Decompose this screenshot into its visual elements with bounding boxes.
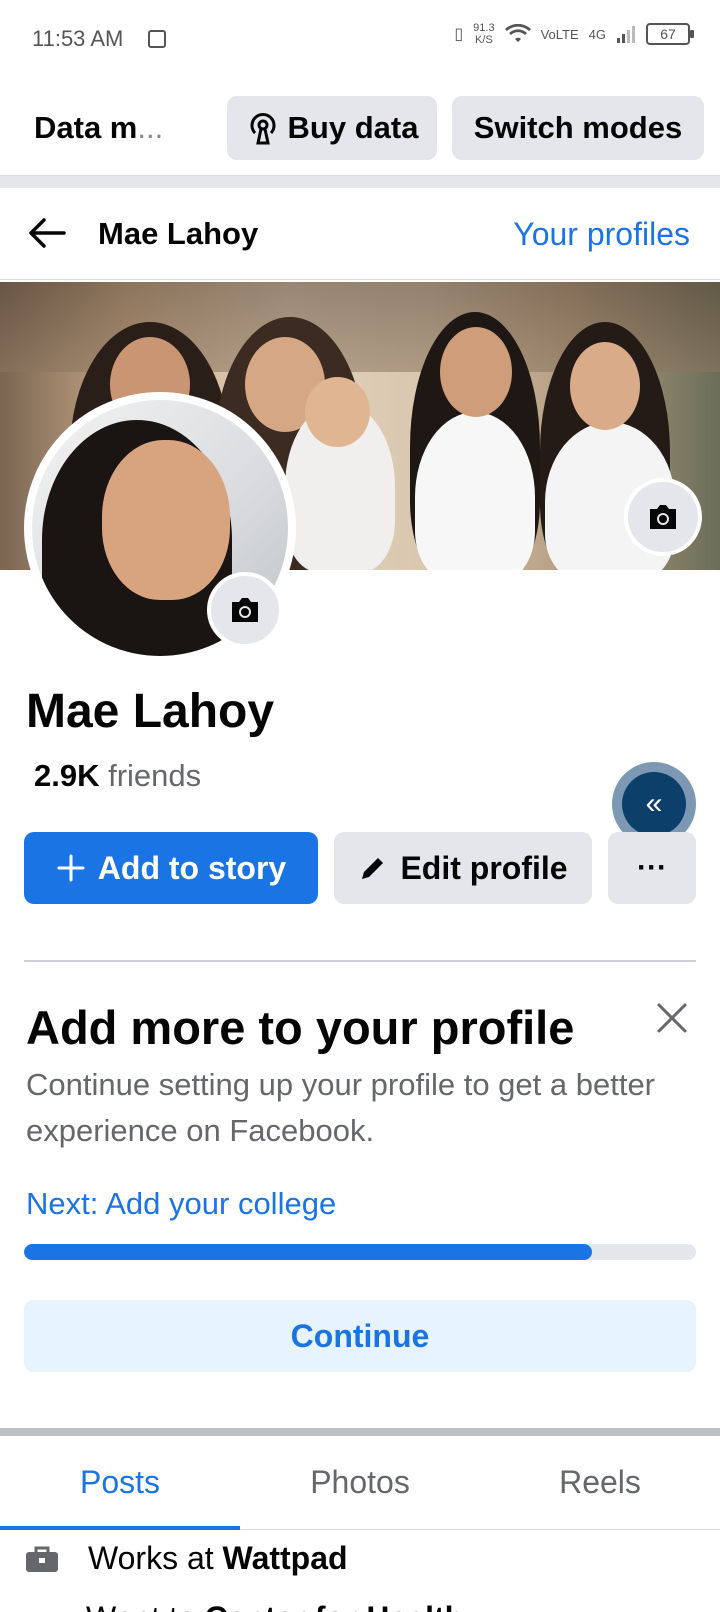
volte-icon: VoLTE	[540, 26, 579, 42]
more-options-button[interactable]: ···	[608, 832, 696, 904]
buy-data-button[interactable]: Buy data	[227, 96, 437, 160]
data-mode-label[interactable]: Data m...	[34, 110, 163, 146]
section-separator	[0, 176, 720, 188]
edit-avatar-camera-button[interactable]	[207, 572, 283, 648]
battery-icon: 67	[646, 23, 694, 45]
wifi-icon	[504, 24, 531, 42]
profile-header: Mae Lahoy Your profiles	[0, 188, 720, 280]
network-type: 4G	[588, 26, 606, 42]
section-separator	[0, 1428, 720, 1436]
header-title: Mae Lahoy	[98, 216, 259, 251]
card-title: Add more to your profile	[26, 1001, 575, 1054]
close-icon[interactable]	[654, 1000, 690, 1036]
network-speed: 91.3 K/S	[473, 22, 495, 46]
card-description: Continue setting up your profile to get …	[26, 1067, 656, 1148]
tab-photos[interactable]: Photos	[240, 1436, 480, 1529]
data-mode-bar: Data m... Buy data Switch modes	[0, 84, 720, 176]
your-profiles-link[interactable]: Your profiles	[513, 216, 690, 253]
edit-profile-button[interactable]: Edit profile	[334, 832, 592, 904]
edit-cover-camera-button[interactable]	[624, 478, 702, 556]
switch-modes-button[interactable]: Switch modes	[452, 96, 704, 160]
tab-posts[interactable]: Posts	[0, 1436, 240, 1530]
next-step-link[interactable]: Next: Add your college	[26, 1186, 336, 1222]
vibrate-icon: ▯	[454, 26, 464, 43]
status-indicators: ▯ 91.3 K/S VoLTE 4G 67	[454, 22, 694, 46]
detail-work: Works at Wattpad	[24, 1540, 348, 1577]
plus-icon	[57, 854, 85, 882]
profile-tabs: Posts Photos Reels	[0, 1436, 720, 1530]
detail-education: Went to Center for Health	[86, 1600, 464, 1612]
profile-name: Mae Lahoy	[26, 685, 275, 738]
broadcast-icon	[250, 113, 276, 145]
profile-progress-bar	[24, 1244, 696, 1260]
progress-fill	[24, 1244, 592, 1260]
notification-icon	[148, 30, 166, 48]
status-bar: 11:53 AM ▯ 91.3 K/S VoLTE 4G 67	[0, 0, 720, 80]
friends-count[interactable]: 2.9K friends	[34, 758, 201, 794]
status-time: 11:53 AM	[32, 26, 124, 51]
divider	[24, 960, 696, 962]
add-to-story-button[interactable]: Add to story	[24, 832, 318, 904]
camera-icon	[650, 505, 676, 529]
camera-icon	[232, 598, 258, 622]
continue-button[interactable]: Continue	[24, 1300, 696, 1372]
double-chevron-left-icon: «	[622, 772, 686, 836]
pencil-icon	[362, 858, 384, 879]
briefcase-icon	[26, 1546, 58, 1572]
tab-reels[interactable]: Reels	[480, 1436, 720, 1529]
signal-icon	[617, 26, 635, 43]
more-icon: ···	[637, 851, 667, 884]
back-arrow-icon[interactable]	[24, 210, 70, 256]
